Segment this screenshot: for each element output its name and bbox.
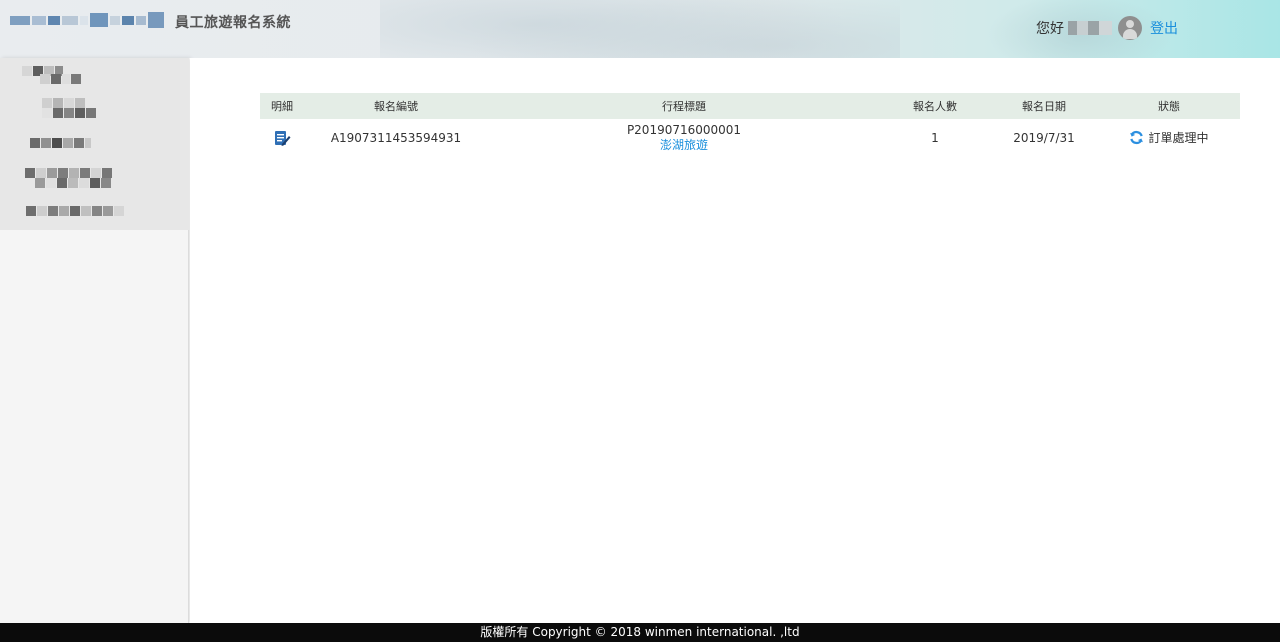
copyright-text: 版權所有 Copyright © 2018 winmen internation… bbox=[480, 625, 800, 639]
sidebar-item-label-redacted bbox=[30, 138, 91, 148]
sidebar-item-label-redacted bbox=[42, 98, 85, 108]
header-background-map bbox=[380, 0, 900, 58]
orders-table: 明細 報名編號 行程標題 報名人數 報名日期 狀態 A1907311453594… bbox=[260, 93, 1240, 157]
header-order-id: 報名編號 bbox=[374, 100, 418, 113]
status-text: 訂單處理中 bbox=[1148, 130, 1209, 145]
sidebar bbox=[0, 58, 189, 623]
sidebar-item-4[interactable] bbox=[0, 160, 189, 194]
user-name-redacted bbox=[1068, 21, 1112, 35]
participants-cell: 1 bbox=[931, 131, 939, 145]
trip-code: P20190716000001 bbox=[626, 123, 742, 137]
user-avatar-icon[interactable] bbox=[1118, 16, 1142, 40]
app-title: 員工旅遊報名系統 bbox=[175, 15, 291, 31]
order-id-cell: A1907311453594931 bbox=[330, 131, 462, 145]
detail-cell bbox=[260, 119, 304, 157]
sidebar-item-3[interactable] bbox=[0, 126, 189, 160]
sidebar-item-label-redacted bbox=[25, 168, 112, 178]
main-content: 明細 報名編號 行程標題 報名人數 報名日期 狀態 A1907311453594… bbox=[190, 58, 1280, 623]
user-area: 您好 登出 bbox=[1036, 10, 1178, 46]
sidebar-item-1[interactable] bbox=[0, 58, 189, 92]
edit-document-icon[interactable] bbox=[273, 129, 291, 147]
sidebar-item-2[interactable] bbox=[0, 92, 189, 126]
status-cell: 訂單處理中 bbox=[1098, 119, 1240, 157]
header-status: 狀態 bbox=[1158, 100, 1180, 113]
trip-title-cell: P20190716000001 澎湖旅遊 bbox=[488, 119, 880, 157]
status-badge: 訂單處理中 bbox=[1129, 129, 1209, 146]
greeting-text: 您好 bbox=[1036, 21, 1064, 37]
header-trip-title: 行程標題 bbox=[662, 100, 706, 113]
header-participants: 報名人數 bbox=[913, 100, 957, 113]
footer: 版權所有 Copyright © 2018 winmen internation… bbox=[0, 623, 1280, 642]
table-row: A1907311453594931 P20190716000001 澎湖旅遊 1… bbox=[260, 119, 1240, 157]
app-header: 員工旅遊報名系統 您好 登出 bbox=[0, 0, 1280, 58]
table-header-row: 明細 報名編號 行程標題 報名人數 報名日期 狀態 bbox=[260, 93, 1240, 119]
logout-link[interactable]: 登出 bbox=[1150, 18, 1178, 38]
sidebar-menu bbox=[0, 58, 189, 230]
sidebar-item-label-redacted bbox=[26, 206, 124, 216]
header-signup-date: 報名日期 bbox=[1022, 100, 1066, 113]
refresh-icon bbox=[1129, 130, 1144, 145]
header-detail: 明細 bbox=[271, 100, 293, 113]
signup-date-cell: 2019/7/31 bbox=[1013, 131, 1075, 145]
trip-name-link[interactable]: 澎湖旅遊 bbox=[488, 138, 880, 153]
sidebar-item-5[interactable] bbox=[0, 194, 189, 228]
company-logo-redacted bbox=[10, 10, 170, 30]
